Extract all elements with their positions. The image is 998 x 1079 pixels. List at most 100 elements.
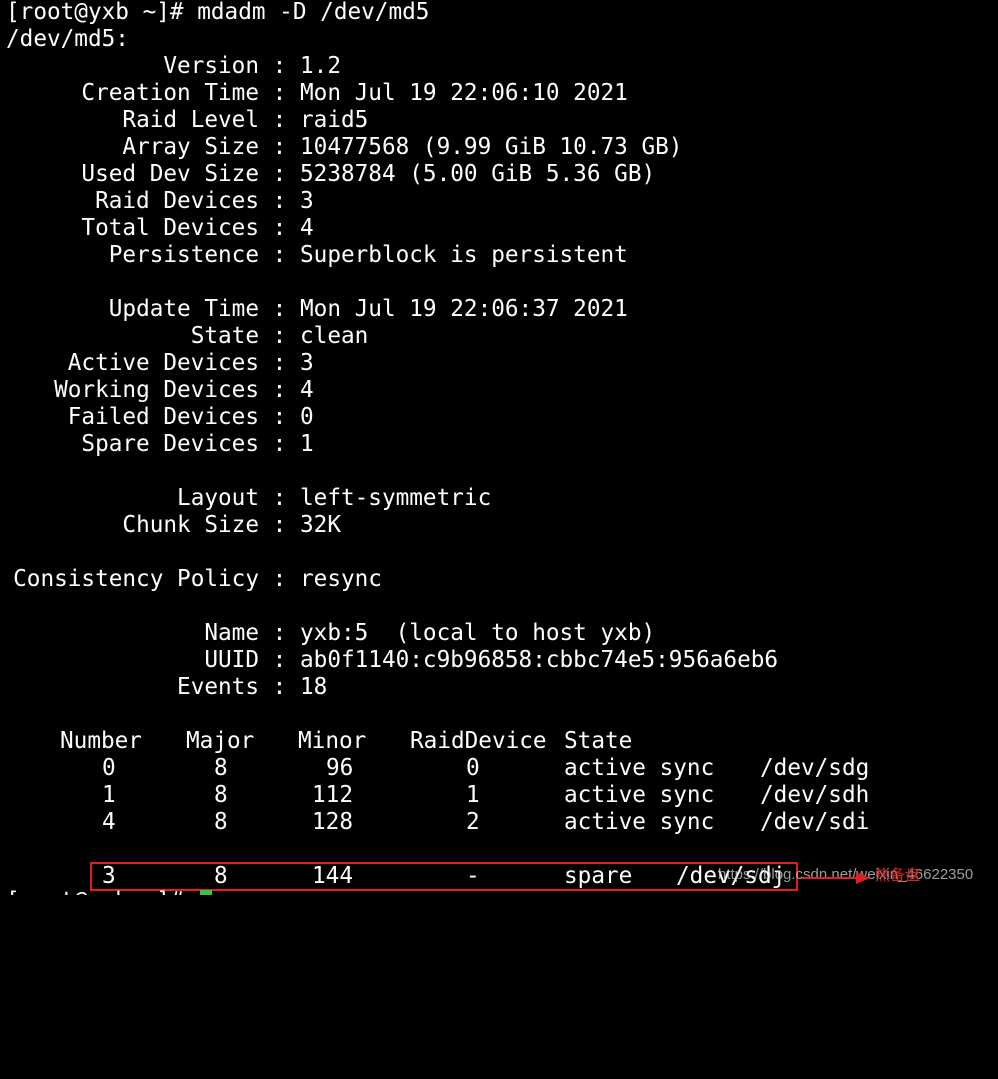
field-value: 3	[300, 188, 314, 214]
field-separator: :	[259, 620, 300, 646]
field-row-layout: Layout : left-symmetric	[0, 485, 998, 512]
field-separator: :	[259, 404, 300, 430]
field-value: 4	[300, 215, 314, 241]
field-label: State	[190, 323, 259, 349]
row-number: 1	[102, 782, 116, 808]
row-state: active sync	[564, 782, 715, 808]
field-separator: :	[259, 53, 300, 79]
row-raid-device: 0	[466, 755, 480, 781]
field-row-raid-devices: Raid Devices : 3	[0, 188, 998, 215]
field-value: 18	[300, 674, 328, 700]
field-value: raid5	[300, 107, 369, 133]
spare-disk-annotation: 热备盘	[875, 866, 921, 884]
terminal-cursor	[200, 890, 212, 895]
field-value: 5238784 (5.00 GiB 5.36 GB)	[300, 161, 656, 187]
field-row-used-dev-size: Used Dev Size : 5238784 (5.00 GiB 5.36 G…	[0, 161, 998, 188]
row-raid-device: 2	[466, 809, 480, 835]
field-label: Raid Devices	[95, 188, 259, 214]
row-state: active sync	[564, 755, 715, 781]
row-minor: 96	[326, 755, 354, 781]
field-separator: :	[259, 242, 300, 268]
field-label: Name	[204, 620, 259, 646]
field-separator: :	[259, 647, 300, 673]
field-value: 1.2	[300, 53, 341, 79]
field-row-name: Name : yxb:5 (local to host yxb)	[0, 620, 998, 647]
field-separator: :	[259, 512, 300, 538]
field-separator: :	[259, 323, 300, 349]
row-device: /dev/sdi	[760, 809, 870, 835]
field-row-state: State : clean	[0, 323, 998, 350]
row-number: 0	[102, 755, 116, 781]
field-row-consistency-policy: Consistency Policy : resync	[0, 566, 998, 593]
field-value: 0	[300, 404, 314, 430]
field-row-total-devices: Total Devices : 4	[0, 215, 998, 242]
field-label: Used Dev Size	[81, 161, 259, 187]
field-row-uuid: UUID : ab0f1140:c9b96858:cbbc74e5:956a6e…	[0, 647, 998, 674]
field-label: Creation Time	[81, 80, 259, 106]
row-major: 8	[214, 809, 228, 835]
terminal-window[interactable]: [root@yxb ~]# mdadm -D /dev/md5 /dev/md5…	[0, 0, 998, 895]
field-label: Failed Devices	[67, 404, 259, 430]
field-label: UUID	[204, 647, 259, 673]
header-minor: Minor	[298, 728, 367, 754]
table-row: 4 8 128 2 active sync /dev/sdi	[6, 809, 869, 836]
field-row-raid-level: Raid Level : raid5	[0, 107, 998, 134]
field-separator: :	[259, 107, 300, 133]
field-label: Spare Devices	[81, 431, 259, 457]
row-major: 8	[214, 782, 228, 808]
field-separator: :	[259, 566, 300, 592]
row-device: /dev/sdh	[760, 782, 870, 808]
arrow-right-icon	[802, 872, 870, 884]
row-minor: 112	[312, 782, 353, 808]
field-row-persistence: Persistence : Superblock is persistent	[0, 242, 998, 269]
next-prompt-line: [root@yxb ~]#	[6, 888, 197, 895]
field-value: 3	[300, 350, 314, 376]
header-state: State	[564, 728, 633, 754]
field-separator: :	[259, 215, 300, 241]
field-label: Chunk Size	[122, 512, 259, 538]
spare-highlight-box	[90, 862, 798, 891]
field-separator: :	[259, 134, 300, 160]
field-row-version: Version : 1.2	[0, 53, 998, 80]
field-value: Mon Jul 19 22:06:37 2021	[300, 296, 628, 322]
field-label: Working Devices	[54, 377, 259, 403]
field-value: 4	[300, 377, 314, 403]
field-label: Version	[163, 53, 259, 79]
field-value: ab0f1140:c9b96858:cbbc74e5:956a6eb6	[300, 647, 779, 673]
field-separator: :	[259, 161, 300, 187]
field-value: Mon Jul 19 22:06:10 2021	[300, 80, 628, 106]
field-row-events: Events : 18	[0, 674, 998, 701]
field-label: Events	[177, 674, 259, 700]
field-label: Consistency Policy	[13, 566, 259, 592]
field-row-chunk-size: Chunk Size : 32K	[0, 512, 998, 539]
field-row-update-time: Update Time : Mon Jul 19 22:06:37 2021	[0, 296, 998, 323]
field-row-spare-devices: Spare Devices : 1	[0, 431, 998, 458]
field-separator: :	[259, 80, 300, 106]
field-separator: :	[259, 431, 300, 457]
field-separator: :	[259, 674, 300, 700]
row-state: active sync	[564, 809, 715, 835]
field-value: clean	[300, 323, 369, 349]
device-table-header: Number Major Minor RaidDevice State	[6, 728, 632, 755]
table-row: 1 8 112 1 active sync /dev/sdh	[6, 782, 869, 809]
row-minor: 128	[312, 809, 353, 835]
row-raid-device: 1	[466, 782, 480, 808]
field-value: 1	[300, 431, 314, 457]
spare-row: 3 8 144 - spare /dev/sdj	[6, 863, 785, 890]
header-major: Major	[186, 728, 255, 754]
field-label: Layout	[177, 485, 259, 511]
row-major: 8	[214, 755, 228, 781]
header-raid-device: RaidDevice	[410, 728, 547, 754]
field-value: 32K	[300, 512, 341, 538]
field-row-active-devices: Active Devices : 3	[0, 350, 998, 377]
field-separator: :	[259, 296, 300, 322]
command-prompt: [root@yxb ~]# mdadm -D /dev/md5	[6, 0, 430, 25]
field-value: Superblock is persistent	[300, 242, 628, 268]
field-separator: :	[259, 188, 300, 214]
field-separator: :	[259, 350, 300, 376]
field-label: Persistence	[108, 242, 259, 268]
device-header: /dev/md5:	[6, 26, 129, 52]
field-label: Raid Level	[122, 107, 259, 133]
header-number: Number	[60, 728, 142, 754]
table-row: 0 8 96 0 active sync /dev/sdg	[6, 755, 869, 782]
